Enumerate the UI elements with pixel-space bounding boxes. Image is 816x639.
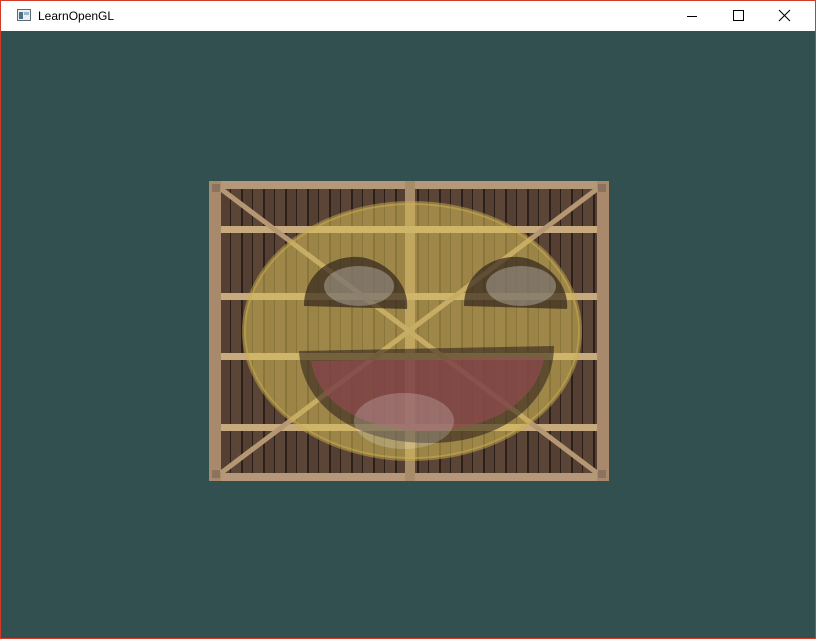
close-button[interactable]: [761, 1, 807, 31]
learnopengl-window[interactable]: LearnOpenGL: [0, 0, 816, 639]
awesomeface-texture: [242, 201, 582, 461]
maximize-icon: [733, 10, 744, 21]
application-window-icon[interactable]: [17, 9, 31, 21]
minimize-icon: [687, 16, 697, 17]
close-icon: [778, 9, 791, 22]
window-title: LearnOpenGL: [38, 9, 115, 23]
title-bar[interactable]: LearnOpenGL: [1, 1, 815, 31]
textured-quad: [209, 181, 609, 481]
opengl-viewport[interactable]: [9, 31, 808, 631]
minimize-button[interactable]: [669, 1, 715, 31]
maximize-button[interactable]: [715, 1, 761, 31]
